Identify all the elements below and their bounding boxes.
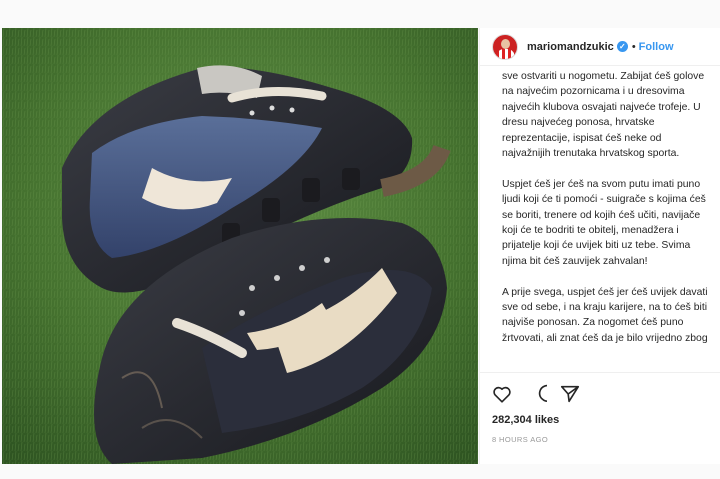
post-viewer: mariomandzukic ✓ • Follow sve ostvariti … — [0, 0, 720, 479]
share-icon[interactable] — [559, 383, 581, 405]
caption-paragraph-2: Uspjet ćeš jer ćeš na svom putu imati pu… — [502, 178, 706, 267]
post-caption: sve ostvariti u nogometu. Zabijat ćeš go… — [502, 69, 708, 368]
football-boots-image — [2, 28, 478, 464]
comment-icon[interactable] — [525, 383, 547, 405]
post-timestamp[interactable]: 8 HOURS AGO — [492, 435, 548, 444]
avatar[interactable] — [492, 33, 518, 60]
heart-icon[interactable] — [491, 383, 513, 405]
caption-paragraph-1: sve ostvariti u nogometu. Zabijat ćeš go… — [502, 71, 705, 160]
caption-paragraph-3: A prije svega, uspjet ćeš jer ćeš uvijek… — [502, 286, 708, 344]
post-actions: 282,304 likes 8 HOURS AGO — [480, 372, 720, 464]
likes-count[interactable]: 282,304 likes — [492, 414, 559, 426]
follow-button[interactable]: Follow — [639, 41, 674, 53]
avatar-face — [501, 38, 510, 49]
verified-badge-icon: ✓ — [616, 41, 628, 52]
separator-dot: • — [631, 40, 636, 53]
avatar-shirt — [496, 48, 515, 59]
username[interactable]: mariomandzukic — [527, 41, 614, 53]
post-sidebar: mariomandzukic ✓ • Follow sve ostvariti … — [479, 28, 720, 464]
post-header: mariomandzukic ✓ • Follow — [480, 28, 720, 66]
action-icons — [491, 383, 581, 405]
post-photo[interactable] — [2, 28, 478, 464]
